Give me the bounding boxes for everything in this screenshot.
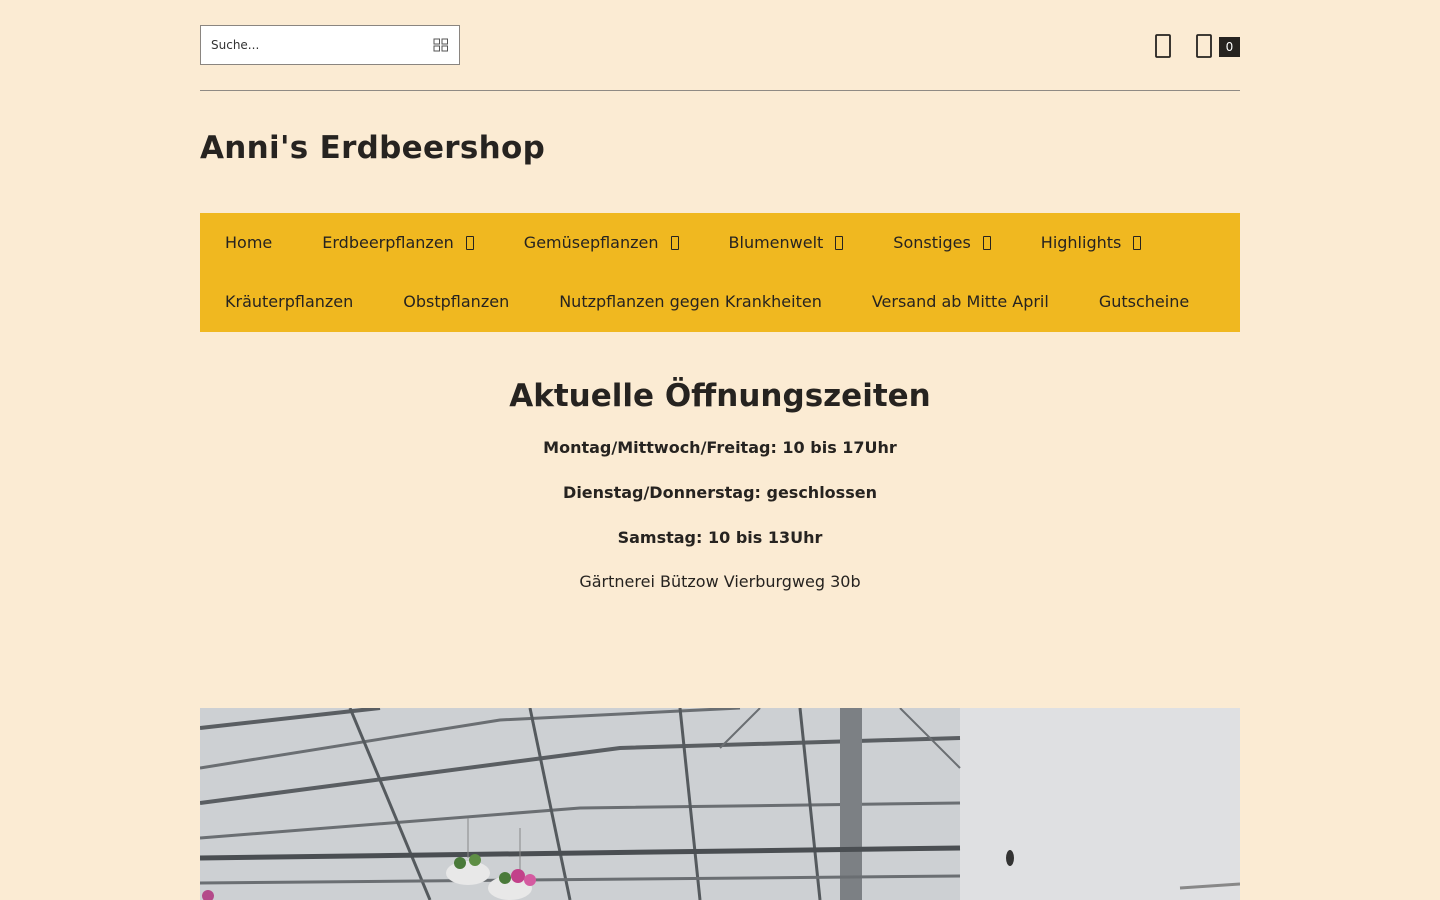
header-divider bbox=[200, 90, 1240, 91]
nav-item-gutscheine[interactable]: Gutscheine bbox=[1074, 272, 1214, 331]
chevron-down-icon bbox=[670, 235, 679, 250]
nav-item-label: Erdbeerpflanzen bbox=[322, 233, 454, 252]
nav-item-erdbeerpflanzen[interactable]: Erdbeerpflanzen bbox=[297, 213, 499, 272]
site-title[interactable]: Anni's Erdbeershop bbox=[200, 130, 545, 166]
address-text: Gärtnerei Bützow Vierburgweg 30b bbox=[579, 572, 861, 591]
greenhouse-image bbox=[200, 708, 1240, 900]
nav-item-label: Versand ab Mitte April bbox=[871, 292, 1049, 311]
search-input[interactable] bbox=[201, 26, 421, 64]
nav-item-label: Kräuterpflanzen bbox=[225, 292, 354, 311]
nav-row-2: Kräuterpflanzen Obstpflanzen Nutzpflanze… bbox=[200, 272, 1214, 331]
nav-item-label: Highlights bbox=[1040, 233, 1122, 252]
chevron-down-icon bbox=[1133, 235, 1142, 250]
header-icons: 0 bbox=[1150, 33, 1240, 61]
nav-item-gemuesepflanzen[interactable]: Gemüsepflanzen bbox=[499, 213, 704, 272]
search-box bbox=[200, 25, 460, 65]
nav-item-label: Gutscheine bbox=[1098, 292, 1190, 311]
user-icon[interactable] bbox=[1154, 33, 1172, 59]
nav-item-versand[interactable]: Versand ab Mitte April bbox=[847, 272, 1074, 331]
nav-item-label: Nutzpflanzen gegen Krankheiten bbox=[559, 292, 822, 311]
nav-item-label: Home bbox=[225, 233, 273, 252]
nav-item-obstpflanzen[interactable]: Obstpflanzen bbox=[378, 272, 534, 331]
main-navigation: Home Erdbeerpflanzen Gemüsepflanzen Blum… bbox=[200, 213, 1240, 332]
cart-icon[interactable] bbox=[1194, 33, 1214, 59]
opening-hours-line-2: Dienstag/Donnerstag: geschlossen bbox=[563, 483, 877, 502]
chevron-down-icon bbox=[982, 235, 991, 250]
opening-hours-line-3: Samstag: 10 bis 13Uhr bbox=[617, 528, 823, 547]
nav-item-highlights[interactable]: Highlights bbox=[1016, 213, 1167, 272]
cart-count-badge: 0 bbox=[1219, 37, 1240, 57]
nav-item-label: Obstpflanzen bbox=[403, 292, 510, 311]
nav-item-nutzpflanzen[interactable]: Nutzpflanzen gegen Krankheiten bbox=[534, 272, 847, 331]
opening-hours-heading: Aktuelle Öffnungszeiten bbox=[509, 378, 931, 414]
nav-item-kraeuterpflanzen[interactable]: Kräuterpflanzen bbox=[200, 272, 378, 331]
opening-hours-line-1: Montag/Mittwoch/Freitag: 10 bis 17Uhr bbox=[543, 438, 897, 457]
chevron-down-icon bbox=[465, 235, 474, 250]
chevron-down-icon bbox=[835, 235, 844, 250]
nav-row-1: Home Erdbeerpflanzen Gemüsepflanzen Blum… bbox=[200, 213, 1166, 272]
nav-item-home[interactable]: Home bbox=[200, 213, 297, 272]
nav-item-label: Sonstiges bbox=[893, 233, 971, 252]
search-icon[interactable] bbox=[433, 37, 449, 52]
nav-item-blumenwelt[interactable]: Blumenwelt bbox=[704, 213, 869, 272]
nav-item-sonstiges[interactable]: Sonstiges bbox=[868, 213, 1015, 272]
nav-item-label: Gemüsepflanzen bbox=[523, 233, 659, 252]
nav-item-label: Blumenwelt bbox=[728, 233, 824, 252]
